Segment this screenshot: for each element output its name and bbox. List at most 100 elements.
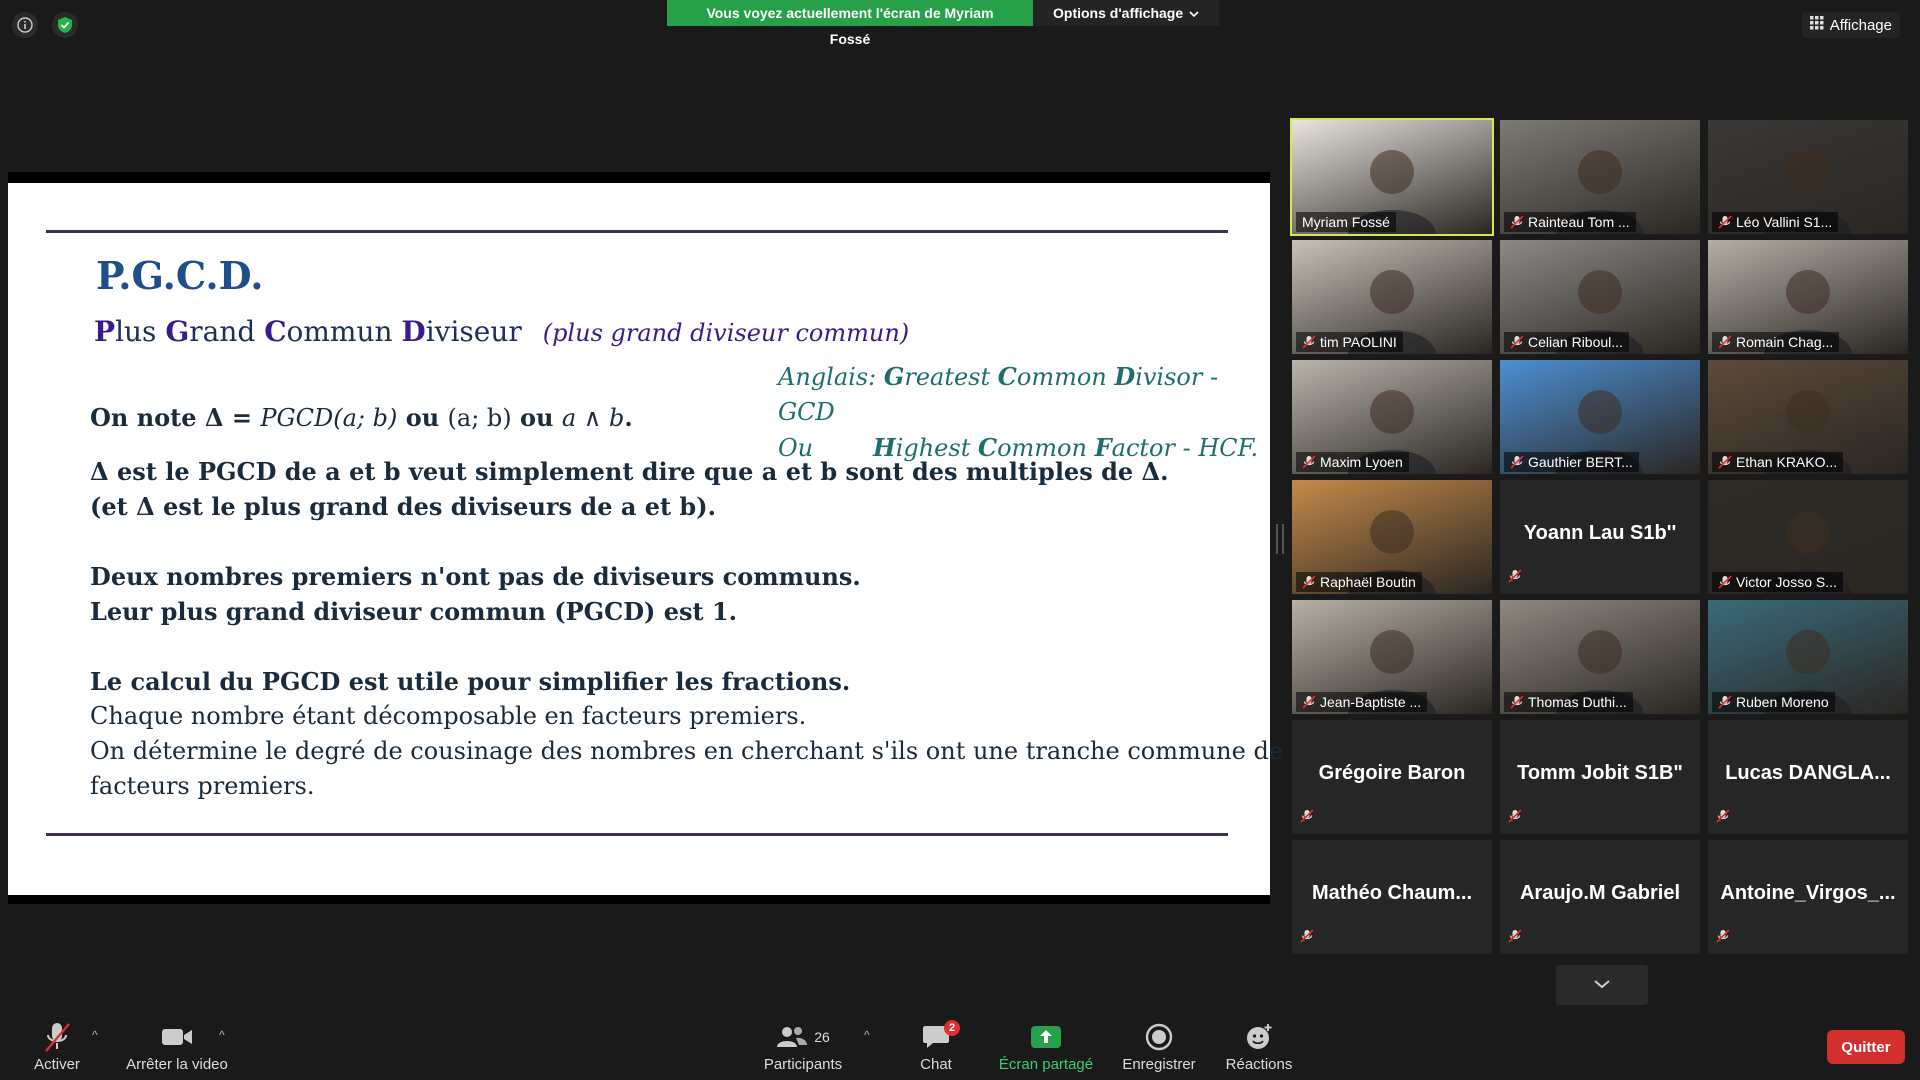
view-layout-button[interactable]: Affichage <box>1801 12 1900 38</box>
english-word: ommon <box>1016 363 1115 391</box>
participant-tile[interactable]: Celian Riboul... <box>1500 240 1700 354</box>
record-button[interactable]: Enregistrer <box>1118 1018 1200 1073</box>
gallery-next-page-button[interactable] <box>1556 965 1648 1005</box>
chat-label: Chat <box>920 1056 952 1073</box>
participant-name: Tomm Jobit S1B" <box>1517 762 1683 784</box>
unmute-button[interactable]: Activer <box>24 1018 90 1073</box>
subtitle-letter: G <box>165 315 190 348</box>
definition-line-2: (et Δ est le plus grand des diviseurs de… <box>90 492 716 521</box>
participant-name-tag: Raphaël Boutin <box>1296 572 1422 592</box>
participant-tile[interactable]: Jean-Baptiste ... <box>1292 600 1492 714</box>
participant-tile[interactable]: Ethan KRAKO... <box>1708 360 1908 474</box>
notation-math: a ∧ b <box>561 404 625 432</box>
mic-muted-icon <box>1302 575 1316 589</box>
mic-muted-icon <box>1718 695 1732 709</box>
encryption-shield-icon[interactable] <box>52 12 78 38</box>
calc-line-1: Le calcul du PGCD est utile pour simplif… <box>90 667 851 696</box>
audio-options-caret-icon[interactable]: ^ <box>92 1028 98 1042</box>
subtitle-word: ommun <box>286 315 402 348</box>
subtitle-word: rand <box>189 315 265 348</box>
participant-tile[interactable]: Grégoire Baron <box>1292 720 1492 834</box>
english-letter: D <box>1114 362 1136 391</box>
calc-line-3: On détermine le degré de cousinage des n… <box>90 737 1284 765</box>
participant-name: Ethan KRAKO... <box>1736 454 1838 470</box>
chevron-down-icon <box>1189 0 1199 26</box>
share-screen-button[interactable]: Écran partagé <box>996 1018 1096 1073</box>
participant-tile[interactable]: Ruben Moreno <box>1708 600 1908 714</box>
mic-muted-icon <box>1508 929 1522 948</box>
participant-tile[interactable]: Léo Vallini S1... <box>1708 120 1908 234</box>
record-label: Enregistrer <box>1122 1056 1196 1073</box>
prime-line-2: Leur plus grand diviseur commun (PGCD) e… <box>90 597 738 626</box>
chat-button[interactable]: 2 Chat <box>910 1018 962 1073</box>
participant-tile[interactable]: Raphaël Boutin <box>1292 480 1492 594</box>
subtitle-letter: P <box>94 315 116 348</box>
english-line-gcd: Anglais: Greatest Common Divisor - GCD <box>778 359 1270 430</box>
participant-name-tag: Romain Chag... <box>1712 332 1840 352</box>
participant-name-tag: Thomas Duthi... <box>1504 692 1633 712</box>
participant-tile[interactable]: Gauthier BERT... <box>1500 360 1700 474</box>
participants-count: 26 <box>814 1029 830 1045</box>
english-word: reatest <box>904 363 998 391</box>
video-options-caret-icon[interactable]: ^ <box>219 1028 225 1042</box>
mic-muted-icon <box>1718 215 1732 229</box>
mic-muted-icon <box>1718 335 1732 349</box>
participant-name: Jean-Baptiste ... <box>1320 694 1422 710</box>
participant-tile[interactable]: Maxim Lyoen <box>1292 360 1492 474</box>
leave-meeting-button[interactable]: Quitter <box>1827 1030 1905 1064</box>
view-options-button[interactable]: Options d'affichage <box>1033 0 1220 26</box>
video-camera-icon <box>120 1018 234 1056</box>
participant-tile[interactable]: Tomm Jobit S1B" <box>1500 720 1700 834</box>
participant-tile[interactable]: tim PAOLINI <box>1292 240 1492 354</box>
reactions-button[interactable]: Réactions <box>1222 1018 1296 1073</box>
participant-name-tag: Ruben Moreno <box>1712 692 1835 712</box>
mic-muted-icon <box>1510 335 1524 349</box>
participant-tile[interactable]: Thomas Duthi... <box>1500 600 1700 714</box>
participant-name: Araujo.M Gabriel <box>1519 882 1681 904</box>
calc-line-2: Chaque nombre étant décomposable en fact… <box>90 702 807 730</box>
participant-name-tag: Celian Riboul... <box>1504 332 1629 352</box>
participant-tile[interactable]: Rainteau Tom ... <box>1500 120 1700 234</box>
english-letter: G <box>883 362 905 391</box>
subtitle-note: (plus grand diviseur commun) <box>542 319 910 347</box>
participant-name: Mathéo Chaum... <box>1311 882 1472 904</box>
view-options-label: Options d'affichage <box>1053 5 1184 21</box>
participant-name: Maxim Lyoen <box>1320 454 1403 470</box>
participant-tile[interactable]: Myriam Fossé <box>1290 118 1494 236</box>
share-message: Vous voyez actuellement l'écran de Myria… <box>667 0 1033 47</box>
participant-tile[interactable]: Antoine_Virgos_... <box>1708 840 1908 954</box>
mic-muted-icon <box>1718 455 1732 469</box>
stop-video-button[interactable]: Arrêter la video <box>120 1018 234 1073</box>
mic-muted-icon <box>1510 215 1524 229</box>
participant-tile[interactable]: Araujo.M Gabriel <box>1500 840 1700 954</box>
participant-tile[interactable]: Romain Chag... <box>1708 240 1908 354</box>
participant-tile[interactable]: Yoann Lau S1b'' <box>1500 480 1700 594</box>
subtitle-word: lus <box>115 315 166 348</box>
participant-tile[interactable]: Mathéo Chaum... <box>1292 840 1492 954</box>
mic-muted-icon <box>1508 569 1522 588</box>
participant-name: Victor Josso S... <box>1736 574 1837 590</box>
participants-caret-icon[interactable]: ^ <box>864 1028 870 1042</box>
mic-muted-icon <box>1718 575 1732 589</box>
participant-tile[interactable]: Victor Josso S... <box>1708 480 1908 594</box>
mic-muted-icon <box>1302 335 1316 349</box>
notation-text: . <box>624 403 633 432</box>
participant-name-tag: Victor Josso S... <box>1712 572 1843 592</box>
participant-name: Antoine_Virgos_... <box>1720 882 1896 904</box>
participant-name-tag: Léo Vallini S1... <box>1712 212 1839 232</box>
record-icon <box>1118 1018 1200 1056</box>
mic-muted-icon <box>1300 809 1314 828</box>
participants-button[interactable]: 26 Participants <box>760 1018 846 1073</box>
participant-name-tag: Jean-Baptiste ... <box>1296 692 1428 712</box>
participant-name: Ruben Moreno <box>1736 694 1829 710</box>
notation-math: (a; b) <box>447 404 512 432</box>
participant-tile[interactable]: Lucas DANGLA... <box>1708 720 1908 834</box>
info-icon[interactable] <box>12 12 38 38</box>
panel-resize-handle[interactable] <box>1276 524 1284 554</box>
subtitle-word: iviseur <box>425 315 522 348</box>
participant-name: Lucas DANGLA... <box>1725 762 1891 784</box>
participant-name: Léo Vallini S1... <box>1736 214 1833 230</box>
participant-name-tag: Gauthier BERT... <box>1504 452 1639 472</box>
participant-name-tag: Ethan KRAKO... <box>1712 452 1844 472</box>
reactions-label: Réactions <box>1225 1056 1293 1073</box>
